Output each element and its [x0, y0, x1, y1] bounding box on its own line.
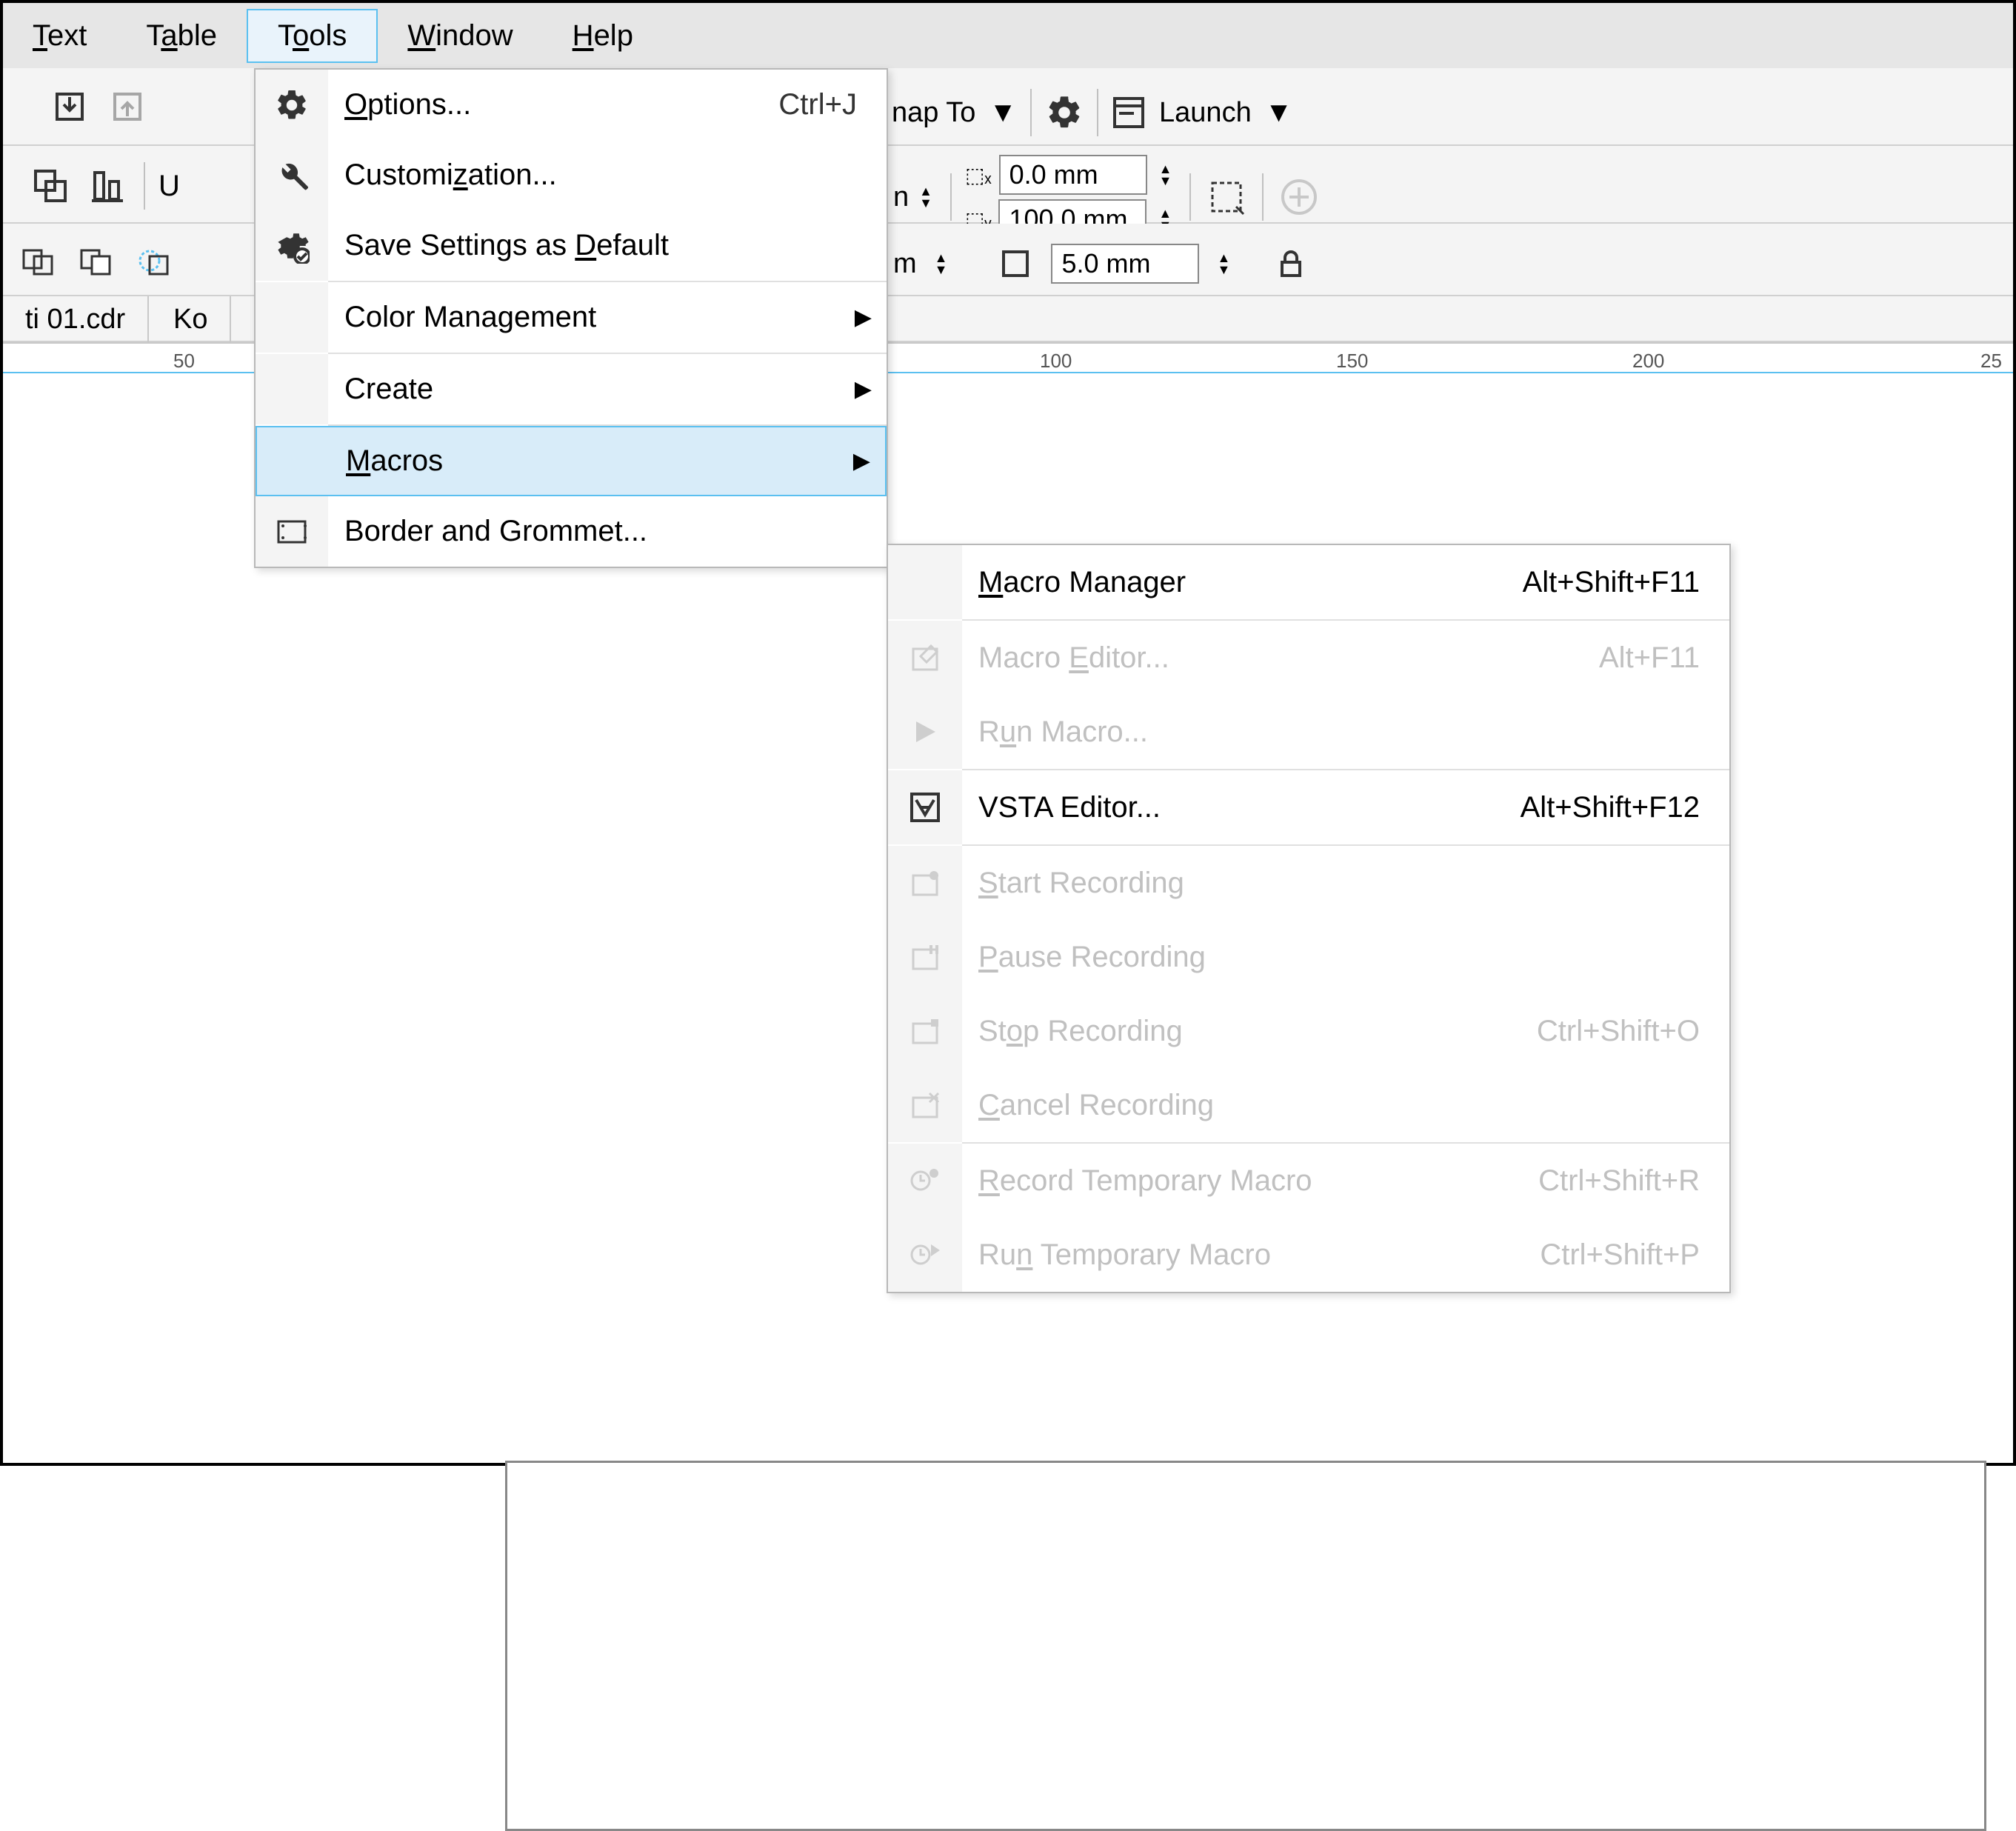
export-icon[interactable] [105, 84, 150, 129]
n-label: n [893, 181, 909, 213]
outline-icon[interactable] [993, 241, 1038, 286]
m-label: m [893, 248, 917, 280]
submenu-item-vsta-editor[interactable]: VSTA Editor... Alt+Shift+F12 [888, 770, 1729, 844]
separator [1030, 89, 1032, 136]
page-boundary [505, 1461, 1986, 1831]
temp-run-icon [888, 1218, 962, 1292]
vsta-icon [888, 770, 962, 844]
menu-window[interactable]: Window [378, 10, 542, 61]
menu-item-macros[interactable]: Macros ▶ [256, 426, 887, 496]
outline-width-input[interactable]: 5.0 mm [1051, 244, 1199, 284]
shortcut: Ctrl+J [778, 88, 887, 121]
ruler-tick: 100 [1040, 350, 1072, 373]
blank-icon [257, 427, 330, 495]
submenu-item-pause-recording: Pause Recording [888, 920, 1729, 994]
menu-text[interactable]: Text [3, 10, 116, 61]
blank-icon [256, 282, 328, 353]
menu-item-save-default[interactable]: Save Settings as Default [256, 210, 887, 281]
ruler-tick: 200 [1632, 350, 1664, 373]
submenu-item-run-temp-macro: Run Temporary Macro Ctrl+Shift+P [888, 1218, 1729, 1292]
record-cancel-icon [888, 1068, 962, 1142]
menu-table[interactable]: Table [116, 10, 247, 61]
submenu-item-cancel-recording: Cancel Recording [888, 1068, 1729, 1142]
x-offset-icon: ⬚ₓ [965, 163, 992, 187]
ruler-tick: 150 [1336, 350, 1368, 373]
add-icon[interactable] [1277, 175, 1321, 219]
shortcut: Ctrl+Shift+O [1537, 1015, 1729, 1048]
spinner[interactable]: ▲▼ [1155, 163, 1177, 187]
separator [144, 162, 145, 210]
shortcut: Alt+F11 [1599, 641, 1729, 675]
dropdown-arrow-icon[interactable]: ▼ [1265, 97, 1293, 129]
wrench-icon [256, 140, 328, 210]
gear-icon [256, 70, 328, 140]
gear-icon[interactable] [1045, 93, 1084, 132]
shortcut: Ctrl+Shift+R [1538, 1164, 1729, 1198]
menu-item-color-management[interactable]: Color Management ▶ [256, 282, 887, 353]
lock-icon[interactable] [1269, 241, 1313, 286]
separator [1097, 89, 1098, 136]
menu-item-options[interactable]: Options... Ctrl+J [256, 70, 887, 140]
separator [950, 173, 952, 221]
launch-panel-icon[interactable] [1112, 96, 1146, 130]
menu-item-create[interactable]: Create ▶ [256, 354, 887, 424]
submenu-item-run-macro: Run Macro... [888, 695, 1729, 769]
blank-icon [888, 545, 962, 619]
separator [1189, 173, 1191, 221]
bounds-icon[interactable] [1204, 175, 1249, 219]
spinner[interactable]: ▲▼ [915, 185, 937, 209]
shortcut: Alt+Shift+F11 [1523, 566, 1729, 599]
tab-file-2[interactable]: Ko [151, 296, 231, 343]
menu-item-border-grommet[interactable]: Border and Grommet... [256, 496, 887, 567]
submenu-item-start-recording: Start Recording [888, 846, 1729, 920]
launch-label[interactable]: Launch [1159, 97, 1252, 129]
record-start-icon [888, 846, 962, 920]
menu-item-customization[interactable]: Customization... [256, 140, 887, 210]
combine-icon[interactable] [28, 164, 73, 208]
units-label: U [158, 170, 180, 203]
shortcut: Ctrl+Shift+P [1540, 1238, 1729, 1272]
spinner[interactable]: ▲▼ [930, 252, 952, 276]
play-icon [888, 695, 962, 769]
spinner[interactable]: ▲▼ [1212, 252, 1235, 276]
border-grommet-icon [256, 496, 328, 567]
separator [1262, 173, 1264, 221]
submenu-item-macro-manager[interactable]: Macro Manager Alt+Shift+F11 [888, 545, 1729, 619]
menu-tools[interactable]: Tools [247, 9, 378, 63]
tab-file-1[interactable]: ti 01.cdr [3, 296, 149, 343]
ruler-tick: 50 [173, 350, 195, 373]
temp-record-icon [888, 1144, 962, 1218]
ruler-tick: 25 [1980, 350, 2002, 373]
snap-to-label[interactable]: nap To [892, 97, 975, 129]
menu-help[interactable]: Help [543, 10, 663, 61]
submenu-arrow-icon: ▶ [855, 376, 887, 402]
submenu-item-macro-editor: Macro Editor... Alt+F11 [888, 621, 1729, 695]
tools-menu-dropdown: Options... Ctrl+J Customization... Save … [254, 68, 888, 568]
submenu-item-record-temp-macro: Record Temporary Macro Ctrl+Shift+R [888, 1144, 1729, 1218]
submenu-arrow-icon: ▶ [853, 448, 885, 474]
trim-icon[interactable] [74, 239, 119, 283]
gear-save-icon [256, 210, 328, 281]
x-offset-input[interactable]: 0.0 mm [999, 155, 1147, 195]
dropdown-arrow-icon[interactable]: ▼ [989, 97, 1017, 129]
shortcut: Alt+Shift+F12 [1521, 791, 1729, 824]
intersect-icon[interactable] [132, 239, 176, 283]
import-icon[interactable] [47, 84, 92, 129]
submenu-arrow-icon: ▶ [855, 304, 887, 330]
macros-submenu: Macro Manager Alt+Shift+F11 Macro Editor… [887, 544, 1731, 1293]
blank-icon [256, 354, 328, 424]
menubar: Text Table Tools Window Help [3, 3, 2013, 68]
weld-icon[interactable] [16, 239, 61, 283]
shape-ops-group [16, 239, 176, 283]
submenu-item-stop-recording: Stop Recording Ctrl+Shift+O [888, 994, 1729, 1068]
record-stop-icon [888, 994, 962, 1068]
align-icon[interactable] [86, 164, 130, 208]
editor-icon [888, 621, 962, 695]
record-pause-icon [888, 920, 962, 994]
